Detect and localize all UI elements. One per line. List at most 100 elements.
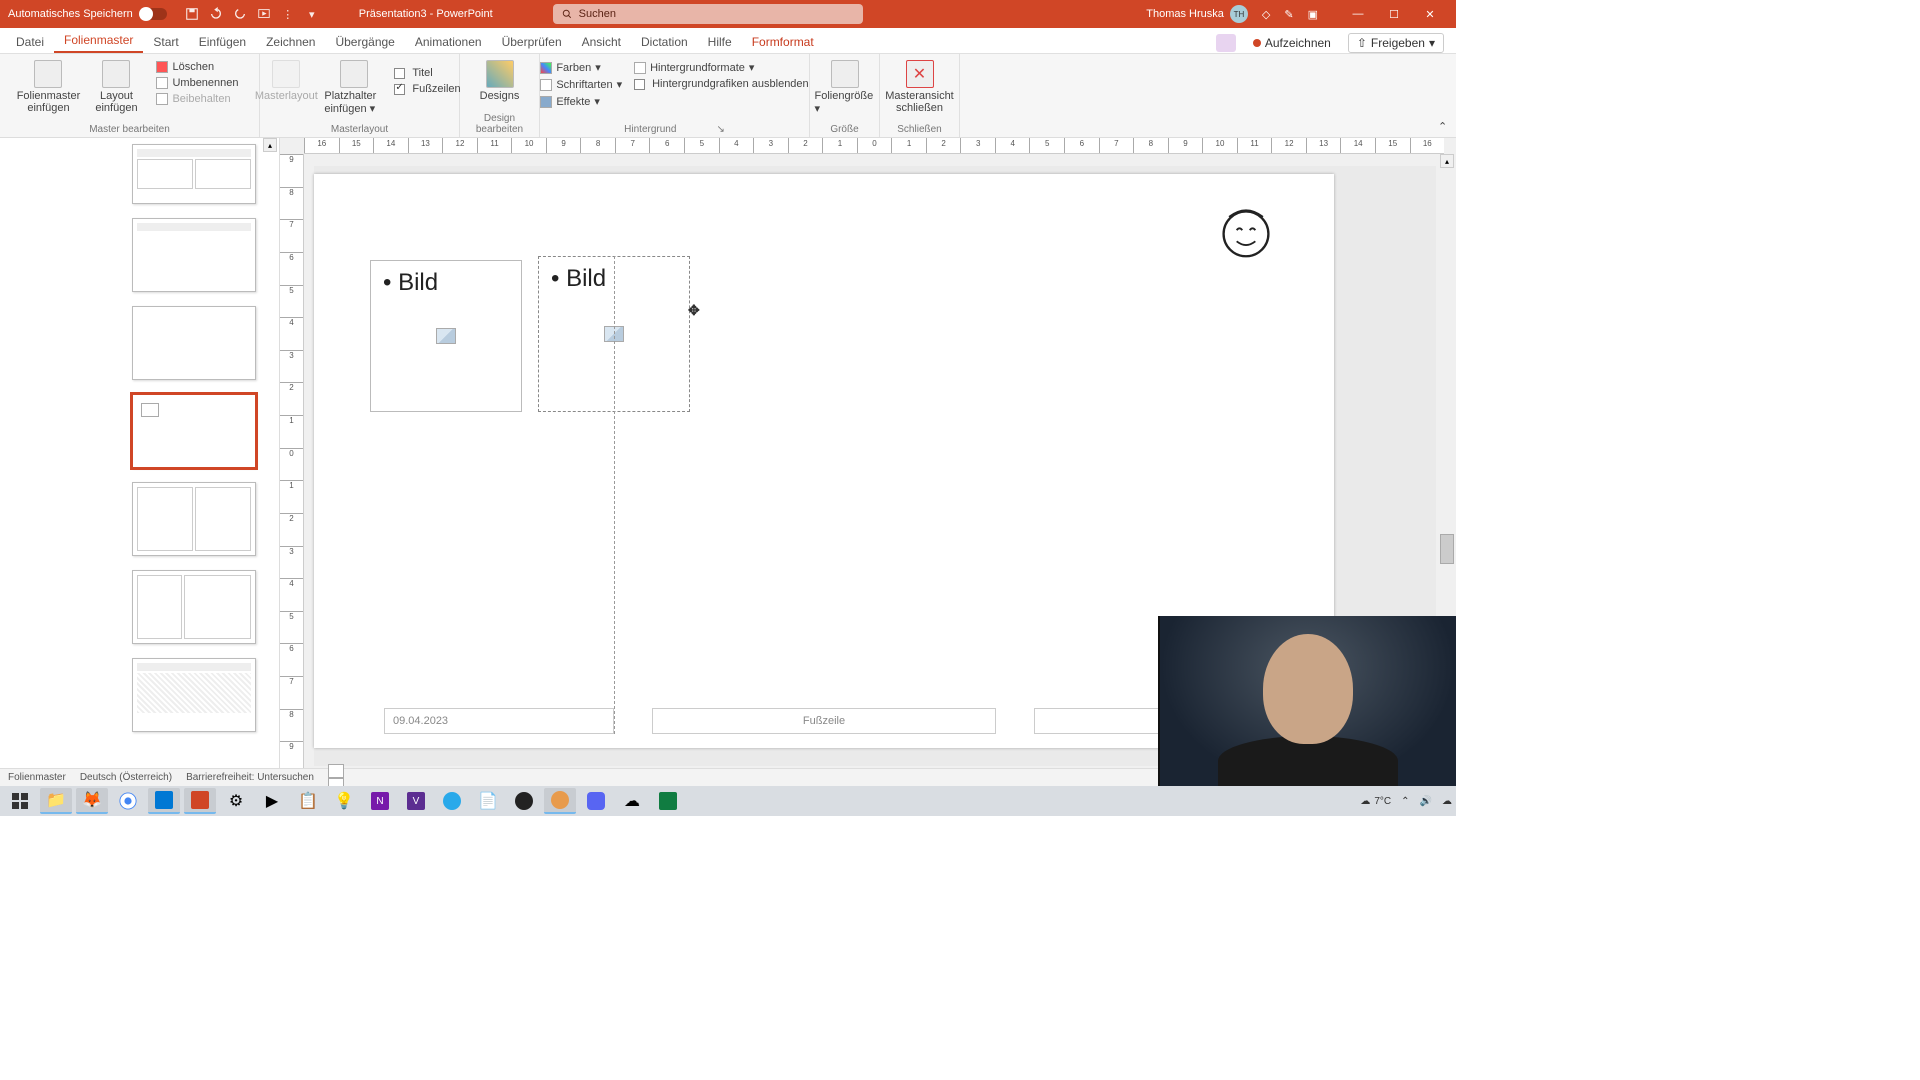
- insert-placeholder-button[interactable]: Platzhalter einfügen ▾: [324, 56, 384, 115]
- tab-animationen[interactable]: Animationen: [405, 31, 492, 53]
- layout-thumb-7[interactable]: [132, 658, 256, 732]
- app-icon-2[interactable]: 📋: [292, 788, 324, 814]
- app-icon-5[interactable]: [544, 788, 576, 814]
- start-button[interactable]: [4, 788, 36, 814]
- layout-thumb-5[interactable]: [132, 482, 256, 556]
- rename-icon: [156, 77, 168, 89]
- picture-placeholder-1[interactable]: Bild: [370, 260, 522, 412]
- document-title: Präsentation3 - PowerPoint: [359, 8, 493, 20]
- tab-einfuegen[interactable]: Einfügen: [189, 31, 256, 53]
- excel-icon[interactable]: [652, 788, 684, 814]
- tab-formformat[interactable]: Formformat: [742, 31, 824, 53]
- tab-ansicht[interactable]: Ansicht: [572, 31, 631, 53]
- record-dot-icon: [1253, 39, 1261, 47]
- horizontal-ruler: 1615141312111098765432101234567891011121…: [304, 138, 1444, 154]
- visual-studio-icon[interactable]: V: [400, 788, 432, 814]
- search-box[interactable]: Suchen: [553, 4, 863, 24]
- save-icon[interactable]: [185, 7, 199, 21]
- dialog-launcher-icon[interactable]: ↘: [716, 124, 724, 135]
- language-button[interactable]: Deutsch (Österreich): [80, 772, 172, 783]
- themes-icon: [486, 60, 514, 88]
- vlc-icon[interactable]: ▶: [256, 788, 288, 814]
- checkbox-checked-icon: [394, 84, 405, 95]
- tray-icon-1[interactable]: 🔊: [1420, 796, 1432, 807]
- app-icon-4[interactable]: 📄: [472, 788, 504, 814]
- minimize-button[interactable]: —: [1340, 0, 1376, 28]
- discord-icon[interactable]: [580, 788, 612, 814]
- checkbox-icon: [394, 68, 405, 79]
- collapse-ribbon-button[interactable]: ⌃: [1438, 54, 1456, 137]
- account-button[interactable]: Thomas Hruska TH: [1146, 5, 1248, 23]
- app-icon-3[interactable]: 💡: [328, 788, 360, 814]
- fonts-button[interactable]: Schriftarten ▾: [538, 77, 624, 92]
- tab-start[interactable]: Start: [143, 31, 188, 53]
- view-mode-label: Folienmaster: [8, 772, 66, 783]
- tab-ueberpruefen[interactable]: Überprüfen: [492, 31, 572, 53]
- powerpoint-icon[interactable]: [184, 788, 216, 814]
- autosave-switch[interactable]: [139, 8, 167, 20]
- user-name: Thomas Hruska: [1146, 8, 1224, 20]
- from-beginning-icon[interactable]: [257, 7, 271, 21]
- explorer-icon[interactable]: 📁: [40, 788, 72, 814]
- insert-layout-button[interactable]: Layout einfügen: [86, 56, 146, 114]
- layout-thumb-1[interactable]: [132, 144, 256, 204]
- tab-folienmaster[interactable]: Folienmaster: [54, 29, 143, 53]
- title-checkbox[interactable]: Titel: [392, 66, 462, 80]
- qat-more-icon[interactable]: ⋮: [281, 7, 295, 21]
- tray-icon-2[interactable]: ☁: [1442, 796, 1452, 807]
- tray-expand-icon[interactable]: ⌃: [1401, 796, 1409, 807]
- layout-thumb-2[interactable]: [132, 218, 256, 292]
- accessibility-button[interactable]: Barrierefreiheit: Untersuchen: [186, 772, 314, 783]
- background-styles-button[interactable]: Hintergrundformate ▾: [632, 60, 811, 75]
- layout-thumb-6[interactable]: [132, 570, 256, 644]
- close-master-view-button[interactable]: ✕ Masteransicht schließen: [890, 56, 950, 114]
- maximize-button[interactable]: ☐: [1376, 0, 1412, 28]
- obs-icon[interactable]: [508, 788, 540, 814]
- hide-bg-graphics-checkbox[interactable]: Hintergrundgrafiken ausblenden: [632, 77, 811, 91]
- footers-checkbox[interactable]: Fußzeilen: [392, 82, 462, 96]
- webcam-overlay: [1158, 616, 1456, 786]
- date-placeholder[interactable]: 09.04.2023: [384, 708, 614, 734]
- layout-thumb-3[interactable]: [132, 306, 256, 380]
- share-button[interactable]: ⇧ Freigeben ▾: [1348, 33, 1444, 53]
- themes-button[interactable]: Designs: [470, 56, 530, 102]
- thumb-scroll-up[interactable]: ▴: [263, 138, 277, 152]
- pen-settings-icon[interactable]: ✎: [1284, 8, 1293, 21]
- redo-icon[interactable]: [233, 7, 247, 21]
- coming-soon-icon[interactable]: ◇: [1262, 8, 1270, 21]
- teams-share-icon[interactable]: [1216, 34, 1236, 52]
- weather-widget[interactable]: ☁ 7°C: [1360, 796, 1391, 807]
- normal-view-button[interactable]: [328, 764, 344, 778]
- insert-slide-master-button[interactable]: Folienmaster einfügen: [18, 56, 78, 114]
- delete-button[interactable]: Löschen: [154, 60, 240, 74]
- autosave-toggle[interactable]: Automatisches Speichern: [8, 8, 167, 20]
- tab-datei[interactable]: Datei: [6, 31, 54, 53]
- app-icon-6[interactable]: ☁: [616, 788, 648, 814]
- record-button[interactable]: Aufzeichnen: [1246, 33, 1338, 53]
- qat-dropdown-icon[interactable]: ▾: [305, 7, 319, 21]
- layout-icon: [102, 60, 130, 88]
- window-options-icon[interactable]: ▣: [1308, 8, 1318, 21]
- layout-thumb-4-selected[interactable]: [132, 394, 256, 468]
- tab-hilfe[interactable]: Hilfe: [698, 31, 742, 53]
- close-button[interactable]: ✕: [1412, 0, 1448, 28]
- app-icon-1[interactable]: ⚙: [220, 788, 252, 814]
- outlook-icon[interactable]: [148, 788, 180, 814]
- footer-placeholder[interactable]: Fußzeile: [652, 708, 996, 734]
- rename-button[interactable]: Umbenennen: [154, 76, 240, 90]
- undo-icon[interactable]: [209, 7, 223, 21]
- tab-zeichnen[interactable]: Zeichnen: [256, 31, 325, 53]
- effects-button[interactable]: Effekte ▾: [538, 94, 624, 109]
- onenote-icon[interactable]: N: [364, 788, 396, 814]
- colors-button[interactable]: Farben ▾: [538, 60, 624, 75]
- firefox-icon[interactable]: 🦊: [76, 788, 108, 814]
- tab-uebergaenge[interactable]: Übergänge: [325, 31, 404, 53]
- chrome-icon[interactable]: [112, 788, 144, 814]
- preserve-button: Beibehalten: [154, 92, 240, 106]
- slide-size-button[interactable]: Foliengröße ▾: [815, 56, 875, 115]
- tab-dictation[interactable]: Dictation: [631, 31, 698, 53]
- telegram-icon[interactable]: [436, 788, 468, 814]
- smiley-shape[interactable]: [1218, 204, 1274, 260]
- scroll-up-icon[interactable]: ▴: [1440, 154, 1454, 168]
- scroll-thumb[interactable]: [1440, 534, 1454, 564]
